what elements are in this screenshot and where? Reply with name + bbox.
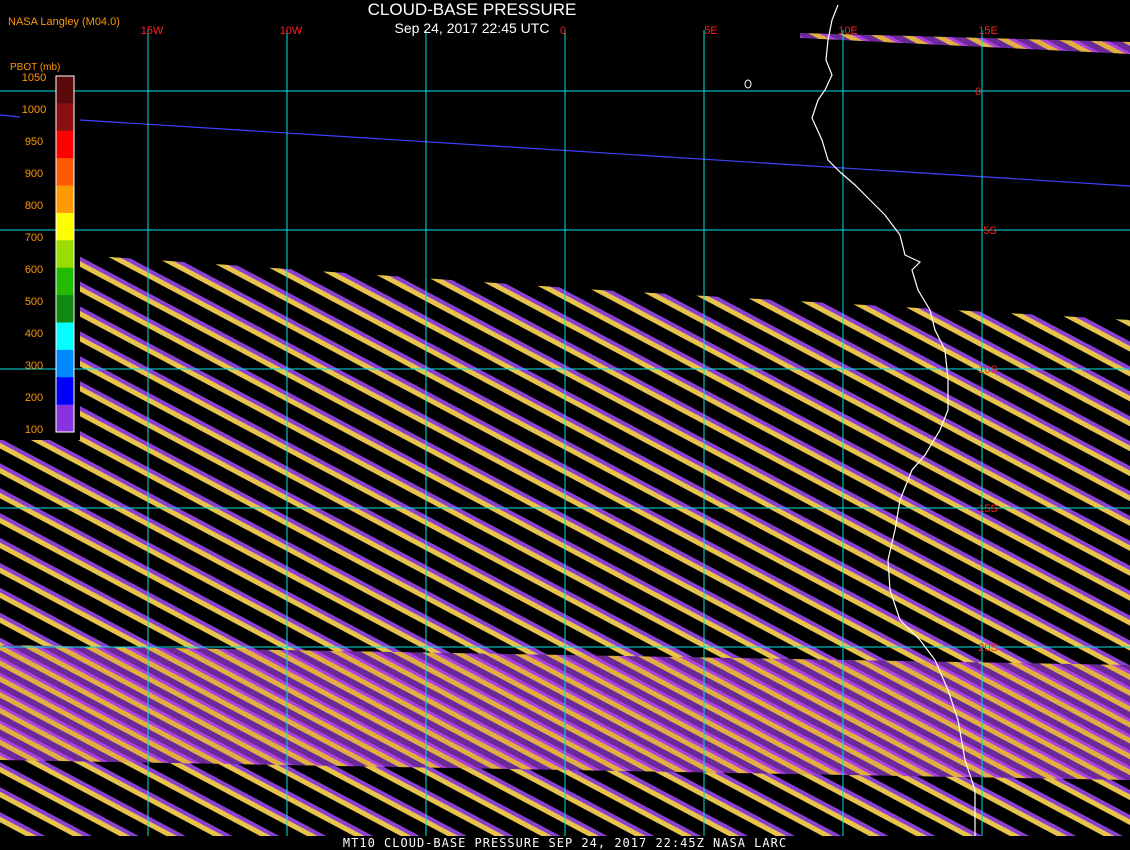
- map-title: CLOUD-BASE PRESSURE: [367, 0, 577, 19]
- colorbar-swatch: [56, 322, 74, 351]
- island: [744, 79, 752, 89]
- colorbar-tick-label: 900: [24, 168, 44, 180]
- colorbar-swatch: [56, 130, 74, 159]
- map-timestamp: Sep 24, 2017 22:45 UTC: [394, 20, 550, 36]
- colorbar-swatch: [56, 103, 74, 132]
- colorbar-swatch: [56, 212, 74, 241]
- colorbar-swatch: [56, 76, 74, 104]
- colorbar-swatch: [56, 240, 74, 269]
- colorbar-tick-label: 950: [24, 136, 44, 148]
- colorbar-tick-label: 1000: [21, 104, 47, 116]
- colorbar-tick-label: 400: [24, 328, 44, 340]
- colorbar-swatch: [56, 404, 74, 433]
- colorbar-tick-label: 600: [24, 264, 44, 276]
- colorbar-swatch: [56, 377, 74, 406]
- colorbar: [55, 75, 75, 433]
- colorbar-swatch: [56, 158, 74, 187]
- colorbar-tick-label: 800: [24, 200, 44, 212]
- lon-label-15e: 15E: [978, 25, 998, 37]
- colorbar-swatch: [56, 185, 74, 214]
- lat-label-20s: 20S: [978, 642, 998, 654]
- colorbar-tick-label: 700: [24, 232, 44, 244]
- equator-line: [79, 119, 1130, 187]
- lat-label-10s: 10S: [978, 364, 998, 376]
- colorbar-tick-label: 300: [24, 360, 44, 372]
- map-canvas: 15W 10W 0 5E 10E 15E 0 5S 10S 15S 20S: [0, 4, 1130, 836]
- colorbar-tick-label: 100: [24, 424, 44, 436]
- lat-label-5s: 5S: [983, 225, 996, 237]
- colorbar-swatch: [56, 295, 74, 323]
- colorbar-tick-label: 200: [24, 392, 44, 404]
- colorbar-tick-label: 1050: [21, 72, 47, 84]
- colorbar-tick-label: 500: [24, 296, 44, 308]
- lat-label-15s: 15S: [978, 503, 998, 515]
- producer-label: NASA Langley (M04.0): [8, 16, 120, 28]
- colorbar-swatch: [56, 349, 74, 378]
- lat-label-0: 0: [975, 86, 981, 98]
- footer-bar: MT10 CLOUD-BASE PRESSURE SEP 24, 2017 22…: [0, 836, 1130, 850]
- colorbar-swatch: [56, 267, 74, 296]
